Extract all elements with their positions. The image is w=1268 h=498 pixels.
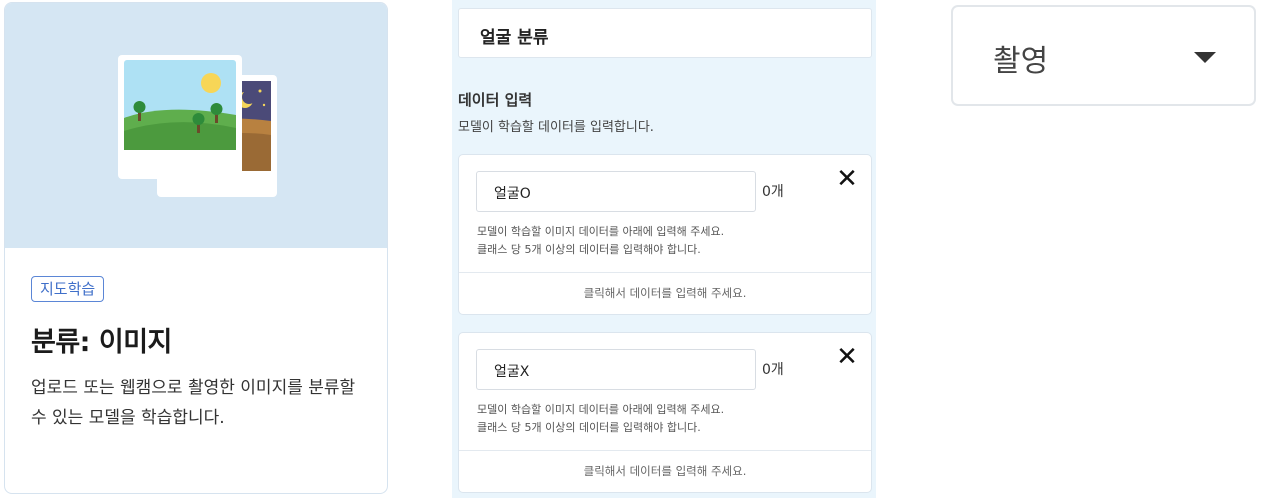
card-title: 분류: 이미지	[31, 327, 172, 358]
supervised-badge: 지도학습	[31, 276, 105, 302]
source-select-value: 촬영	[993, 44, 1049, 79]
class-help-text: 모델이 학습할 이미지 데이터를 아래에 입력해 주세요. 클래스 당 5개 이…	[477, 403, 725, 434]
class-card: 얼굴X 0개 ✕ 모델이 학습할 이미지 데이터를 아래에 입력해 주세요. 클…	[458, 332, 872, 493]
class-card: 얼굴O 0개 ✕ 모델이 학습할 이미지 데이터를 아래에 입력해 주세요. 클…	[458, 154, 872, 315]
class-name-input[interactable]: 얼굴O	[476, 171, 756, 212]
class-data-count: 0개	[762, 184, 784, 200]
data-input-panel: 얼굴 분류 데이터 입력 모델이 학습할 데이터를 입력합니다. 얼굴O 0개 …	[452, 0, 876, 498]
close-icon[interactable]: ✕	[835, 165, 859, 193]
card-description: 업로드 또는 웹캠으로 촬영한 이미지를 분류할 수 있는 모델을 학습합니다.	[31, 378, 356, 428]
model-card[interactable]: 지도학습 분류: 이미지 업로드 또는 웹캠으로 촬영한 이미지를 분류할 수 …	[4, 2, 388, 494]
class-help-text: 모델이 학습할 이미지 데이터를 아래에 입력해 주세요. 클래스 당 5개 이…	[477, 225, 725, 256]
data-section-title: 데이터 입력	[458, 91, 533, 109]
class-name-input[interactable]: 얼굴X	[476, 349, 756, 390]
caret-down-icon	[1194, 52, 1216, 63]
card-hero	[5, 3, 387, 248]
class-data-count: 0개	[762, 362, 784, 378]
source-select[interactable]: 촬영	[951, 5, 1256, 106]
data-upload-area[interactable]: 클릭해서 데이터를 입력해 주세요.	[459, 450, 871, 493]
photo-gallery-icon	[118, 55, 277, 197]
data-section-subtitle: 모델이 학습할 데이터를 입력합니다.	[458, 120, 654, 135]
project-title-input[interactable]: 얼굴 분류	[458, 8, 872, 58]
close-icon[interactable]: ✕	[835, 343, 859, 371]
data-upload-area[interactable]: 클릭해서 데이터를 입력해 주세요.	[459, 272, 871, 315]
